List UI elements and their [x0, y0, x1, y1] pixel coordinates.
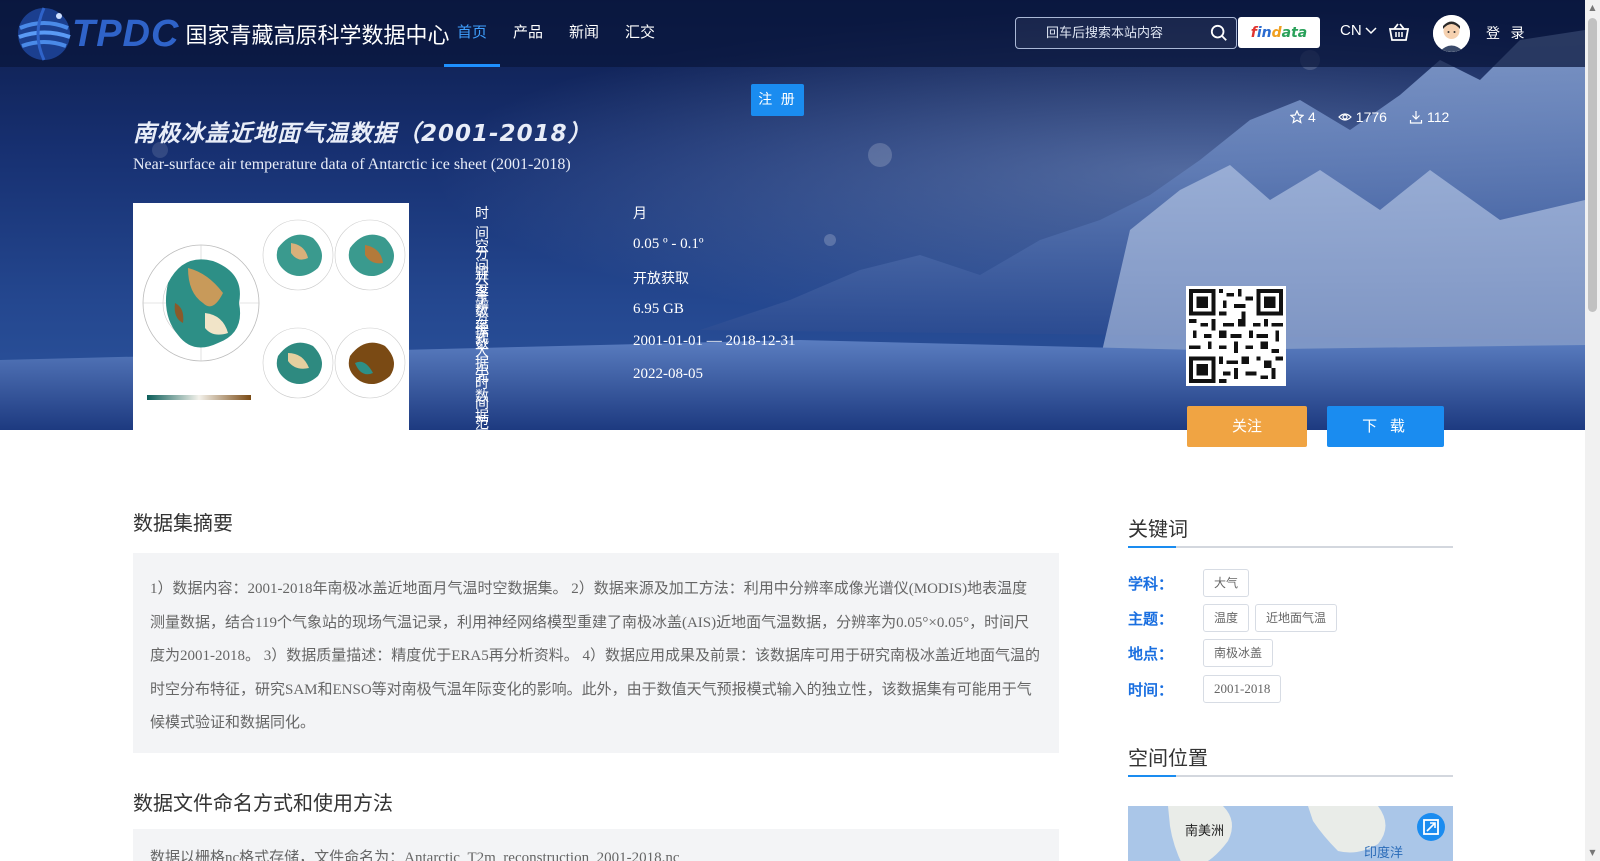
- meta-val-data-size: 6.95 GB: [633, 300, 684, 317]
- dataset-title-en: Near-surface air temperature data of Ant…: [133, 156, 571, 173]
- nav-home[interactable]: 首页: [444, 0, 501, 67]
- keyword-tag[interactable]: 大气: [1203, 569, 1250, 597]
- meta-val-time-range: 2001-01-01 — 2018-12-31: [633, 333, 796, 349]
- logo-acronym: TPDC: [72, 12, 180, 55]
- findata-link[interactable]: f in d ata: [1238, 17, 1320, 48]
- search-icon[interactable]: [1210, 24, 1228, 42]
- keyword-row-subject: 学科： 大气: [1128, 568, 1255, 598]
- shopping-basket-icon[interactable]: [1388, 22, 1410, 42]
- keyword-label: 学科：: [1128, 574, 1174, 593]
- scrollbar-thumb[interactable]: [1588, 18, 1597, 312]
- page-scrollbar[interactable]: ▲ ▼: [1585, 0, 1600, 861]
- nav-products[interactable]: 产品: [500, 0, 556, 67]
- location-map[interactable]: 南美洲 印度洋: [1128, 806, 1453, 861]
- meta-val-updated: 2022-08-05: [633, 365, 703, 382]
- abstract-heading: 数据集摘要: [133, 511, 233, 535]
- location-divider: [1128, 775, 1453, 777]
- keyword-tag[interactable]: 近地面气温: [1255, 604, 1338, 632]
- meta-key-updated: 元数据更新时间: [475, 368, 489, 505]
- keyword-label: 地点：: [1128, 644, 1174, 663]
- antarctica-map-thumbnail: [133, 203, 409, 430]
- search-input[interactable]: [1024, 18, 1199, 48]
- usage-text: 数据以栅格nc格式存储，文件命名为：Antarctic_T2m_reconstr…: [133, 829, 1059, 861]
- download-button[interactable]: 下 载: [1327, 406, 1444, 447]
- keywords-divider: [1128, 546, 1453, 548]
- globe-logo-icon: [18, 7, 71, 61]
- eye-icon: [1337, 113, 1352, 121]
- register-button[interactable]: 注 册: [751, 84, 804, 116]
- user-avatar-icon: [1433, 15, 1470, 52]
- stat-downloads: 112: [1409, 109, 1449, 125]
- keyword-label: 主题：: [1128, 609, 1174, 628]
- dataset-thumbnail[interactable]: [133, 203, 409, 430]
- site-name: 国家青藏高原科学数据中心: [185, 24, 450, 49]
- qr-code-image: [1189, 289, 1283, 383]
- meta-val-time-resolution: 月: [633, 206, 647, 222]
- nav-submit[interactable]: 汇交: [612, 0, 668, 67]
- meta-val-spatial-resolution: 0.05 º - 0.1º: [633, 235, 704, 252]
- scroll-down-arrow-icon[interactable]: ▼: [1588, 848, 1597, 857]
- abstract-text: 1）数据内容：2001-2018年南极冰盖近地面月气温时空数据集。 2）数据来源…: [133, 553, 1059, 753]
- keyword-tag[interactable]: 2001-2018: [1203, 675, 1282, 703]
- login-link[interactable]: 登 录: [1486, 23, 1527, 43]
- keyword-tag[interactable]: 南极冰盖: [1203, 639, 1274, 667]
- user-avatar[interactable]: [1433, 15, 1470, 52]
- keyword-row-place: 地点： 南极冰盖: [1128, 638, 1279, 668]
- stars-count: 4: [1308, 109, 1316, 125]
- keyword-tag[interactable]: 温度: [1203, 604, 1250, 632]
- stat-stars[interactable]: 4: [1290, 109, 1316, 125]
- location-heading: 空间位置: [1128, 746, 1208, 770]
- main-nav: 首页 产品 新闻 汇交: [444, 0, 668, 67]
- views-count: 1776: [1355, 109, 1387, 125]
- usage-heading: 数据文件命名方式和使用方法: [133, 791, 393, 815]
- keyword-row-theme: 主题： 温度 近地面气温: [1128, 603, 1343, 633]
- follow-button[interactable]: 关注: [1187, 406, 1307, 447]
- chevron-down-icon: [1365, 26, 1377, 34]
- download-icon: [1409, 111, 1423, 124]
- top-navigation-bar: TPDC 国家青藏高原科学数据中心 首页 产品 新闻 汇交 findata CN: [0, 0, 1585, 67]
- dataset-stats: 4 1776 112: [1290, 109, 1449, 125]
- language-selector[interactable]: CN: [1340, 22, 1377, 39]
- scroll-up-arrow-icon[interactable]: ▲: [1588, 3, 1597, 12]
- map-label-south-america: 南美洲: [1185, 824, 1225, 839]
- map-label-indian-ocean: 印度洋: [1364, 846, 1404, 861]
- site-logo[interactable]: TPDC 国家青藏高原科学数据中心: [14, 4, 449, 64]
- qr-code: [1186, 286, 1286, 386]
- nav-news[interactable]: 新闻: [556, 0, 612, 67]
- keyword-label: 时间：: [1128, 680, 1174, 699]
- downloads-count: 112: [1426, 109, 1450, 125]
- keyword-row-time: 时间： 2001-2018: [1128, 674, 1287, 704]
- stat-views: 1776: [1337, 109, 1387, 125]
- search-box: [1015, 17, 1237, 49]
- dataset-title-cn: 南极冰盖近地面气温数据（2001-2018）: [133, 121, 592, 147]
- keywords-heading: 关键词: [1128, 517, 1188, 541]
- meta-val-sharing: 开放获取: [633, 271, 689, 287]
- star-icon: [1290, 110, 1304, 124]
- world-map: [1128, 806, 1453, 861]
- fullscreen-icon[interactable]: [1416, 812, 1446, 842]
- language-label: CN: [1340, 22, 1362, 39]
